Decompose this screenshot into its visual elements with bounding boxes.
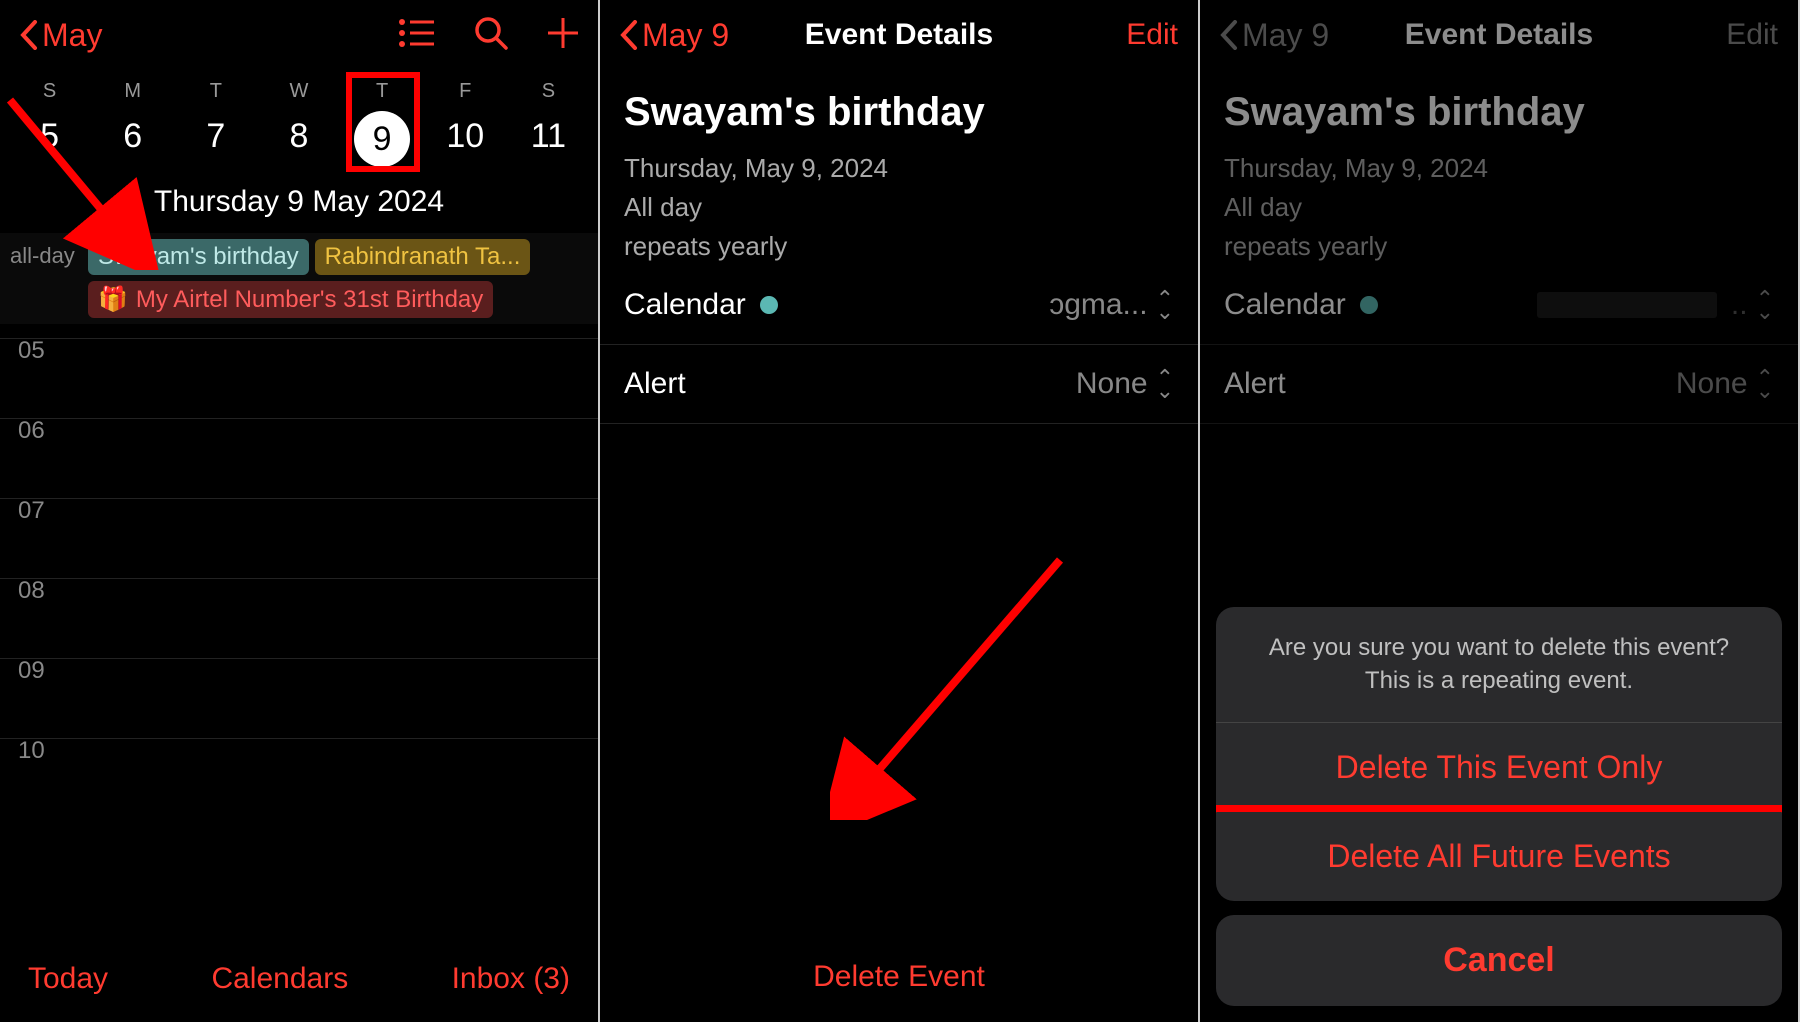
week-row: S5 M6 T7 W8 T9 F10 S11 bbox=[0, 70, 598, 167]
event-title: Swayam's birthday bbox=[1200, 70, 1798, 149]
navbar: May 9 Event Details Edit bbox=[600, 0, 1198, 70]
chevron-updown-icon: ⌃⌄ bbox=[1156, 292, 1174, 318]
annotation-highlight-box bbox=[346, 72, 420, 172]
calendar-day-panel: May S5 M6 T7 W8 T9 F10 S11 Thursday 9 Ma… bbox=[0, 0, 600, 1022]
event-details-panel: May 9 Event Details Edit Swayam's birthd… bbox=[600, 0, 1200, 1022]
day-thu-selected[interactable]: T9 bbox=[352, 80, 412, 167]
calendar-row: Calendar .. ⌃⌄ bbox=[1200, 266, 1798, 345]
page-title: Event Details bbox=[1405, 18, 1593, 52]
action-sheet-card: Are you sure you want to delete this eve… bbox=[1216, 607, 1782, 901]
edit-button[interactable]: Edit bbox=[1126, 18, 1178, 52]
chevron-updown-icon: ⌃⌄ bbox=[1156, 371, 1174, 397]
hour-row[interactable]: 06 bbox=[0, 418, 598, 498]
plus-icon[interactable] bbox=[548, 18, 578, 53]
hour-row[interactable]: 09 bbox=[0, 658, 598, 738]
calendar-label: Calendar bbox=[1224, 288, 1378, 322]
action-sheet: Are you sure you want to delete this eve… bbox=[1216, 607, 1782, 1006]
allday-section: all-day Swayam's birthday Rabindranath T… bbox=[0, 233, 598, 324]
calendar-color-dot bbox=[1360, 296, 1378, 314]
action-sheet-message: Are you sure you want to delete this eve… bbox=[1216, 607, 1782, 722]
event-allday: All day bbox=[624, 188, 1174, 227]
list-icon[interactable] bbox=[398, 18, 434, 53]
event-chip-rabindranath[interactable]: Rabindranath Ta... bbox=[315, 239, 531, 275]
delete-all-future-button[interactable]: Delete All Future Events bbox=[1216, 805, 1782, 901]
alert-row[interactable]: Alert None ⌃⌄ bbox=[600, 345, 1198, 424]
back-button[interactable]: May bbox=[20, 17, 102, 54]
event-chip-swayam[interactable]: Swayam's birthday bbox=[88, 239, 309, 275]
edit-button: Edit bbox=[1726, 18, 1778, 52]
hour-grid: 05 06 07 08 09 10 bbox=[0, 338, 598, 818]
event-repeat: repeats yearly bbox=[624, 227, 1174, 266]
hour-row[interactable]: 08 bbox=[0, 578, 598, 658]
event-allday: All day bbox=[1224, 188, 1774, 227]
delete-event-button[interactable]: Delete Event bbox=[813, 960, 985, 994]
day-mon[interactable]: M6 bbox=[103, 80, 163, 167]
calendars-button[interactable]: Calendars bbox=[211, 962, 348, 996]
event-meta: Thursday, May 9, 2024 All day repeats ye… bbox=[1200, 149, 1798, 266]
back-label: May 9 bbox=[642, 17, 729, 54]
back-button: May 9 bbox=[1220, 17, 1329, 54]
alert-label: Alert bbox=[1224, 367, 1286, 401]
hour-row[interactable]: 07 bbox=[0, 498, 598, 578]
calendar-label: Calendar bbox=[624, 288, 778, 322]
today-button[interactable]: Today bbox=[28, 962, 108, 996]
alert-label: Alert bbox=[624, 367, 686, 401]
chevron-left-icon bbox=[20, 20, 38, 50]
back-button[interactable]: May 9 bbox=[620, 17, 729, 54]
navbar: May 9 Event Details Edit bbox=[1200, 0, 1798, 70]
gift-icon: 🎁 bbox=[98, 285, 128, 314]
redacted-value bbox=[1537, 292, 1717, 318]
event-chip-airtel[interactable]: 🎁 My Airtel Number's 31st Birthday bbox=[88, 281, 493, 318]
chevron-left-icon bbox=[620, 20, 638, 50]
day-sat[interactable]: S11 bbox=[518, 80, 578, 167]
search-icon[interactable] bbox=[474, 16, 508, 55]
event-chips: Swayam's birthday Rabindranath Ta... 🎁 M… bbox=[88, 239, 590, 318]
date-heading: Thursday 9 May 2024 bbox=[0, 167, 598, 233]
event-title: Swayam's birthday bbox=[600, 70, 1198, 149]
back-label: May bbox=[42, 17, 102, 54]
day-tue[interactable]: T7 bbox=[186, 80, 246, 167]
event-date: Thursday, May 9, 2024 bbox=[624, 149, 1174, 188]
bottom-toolbar: Today Calendars Inbox (3) bbox=[0, 940, 598, 1022]
delete-this-only-button[interactable]: Delete This Event Only bbox=[1216, 722, 1782, 812]
inbox-button[interactable]: Inbox (3) bbox=[452, 962, 570, 996]
allday-label: all-day bbox=[8, 239, 88, 269]
day-wed[interactable]: W8 bbox=[269, 80, 329, 167]
calendar-row[interactable]: Calendar ᴐgma... ⌃⌄ bbox=[600, 266, 1198, 345]
cancel-button[interactable]: Cancel bbox=[1216, 915, 1782, 1006]
alert-value: None ⌃⌄ bbox=[1076, 367, 1174, 401]
page-title: Event Details bbox=[805, 18, 993, 52]
alert-row: Alert None ⌃⌄ bbox=[1200, 345, 1798, 424]
annotation-arrow bbox=[830, 540, 1090, 820]
event-meta: Thursday, May 9, 2024 All day repeats ye… bbox=[600, 149, 1198, 266]
navbar: May bbox=[0, 0, 598, 70]
chevron-updown-icon: ⌃⌄ bbox=[1756, 371, 1774, 397]
delete-confirm-panel: May 9 Event Details Edit Swayam's birthd… bbox=[1200, 0, 1800, 1022]
alert-value: None ⌃⌄ bbox=[1676, 367, 1774, 401]
back-label: May 9 bbox=[1242, 17, 1329, 54]
event-repeat: repeats yearly bbox=[1224, 227, 1774, 266]
chevron-updown-icon: ⌃⌄ bbox=[1756, 292, 1774, 318]
day-fri[interactable]: F10 bbox=[435, 80, 495, 167]
hour-row[interactable]: 10 bbox=[0, 738, 598, 818]
hour-row[interactable]: 05 bbox=[0, 338, 598, 418]
calendar-color-dot bbox=[760, 296, 778, 314]
event-date: Thursday, May 9, 2024 bbox=[1224, 149, 1774, 188]
calendar-value: .. ⌃⌄ bbox=[1537, 288, 1774, 322]
day-sun[interactable]: S5 bbox=[20, 80, 80, 167]
chevron-left-icon bbox=[1220, 20, 1238, 50]
nav-actions bbox=[398, 16, 578, 55]
calendar-value: ᴐgma... ⌃⌄ bbox=[1049, 288, 1174, 322]
